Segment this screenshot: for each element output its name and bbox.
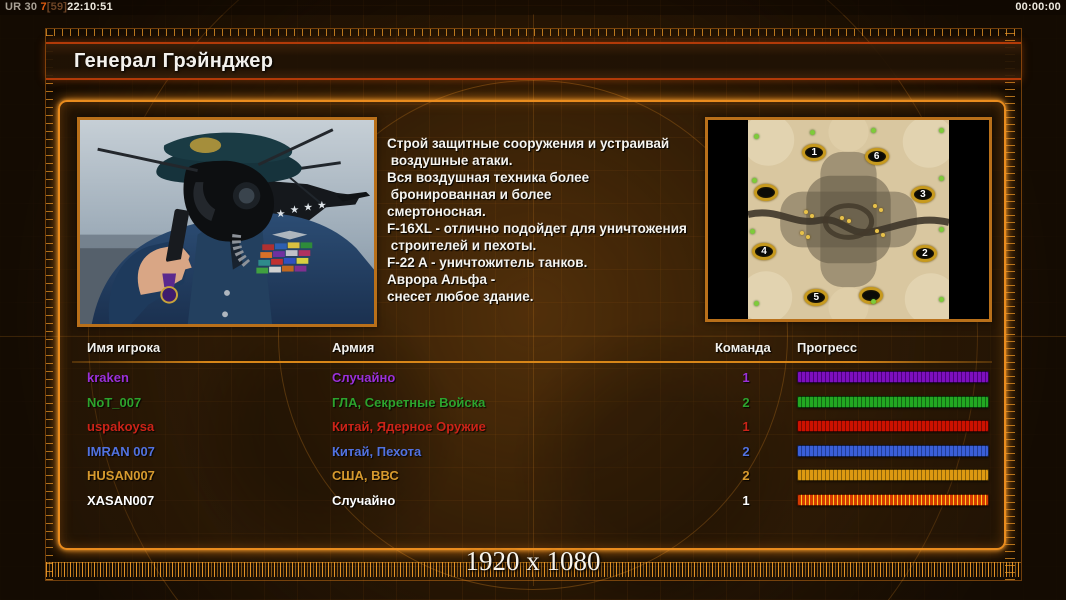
player-team: 1 <box>742 370 750 385</box>
resolution-label: 1920 x 1080 <box>465 546 601 576</box>
general-portrait: ★ ★ ★ ★ <box>77 117 377 327</box>
player-table: kraken Случайно 1 NoT_007 ГЛА, Секретные… <box>60 366 1004 514</box>
title-bar: Генерал Грэйнджер <box>46 42 1021 80</box>
briefing-line: Вся воздушная техника более <box>387 170 590 185</box>
debug-clock: 22:10:51 <box>67 1 113 13</box>
column-header-army: Армия <box>332 340 375 355</box>
debug-readout: UR 30 7[59]22:10:51 <box>5 1 113 13</box>
player-name: HUSAN007 <box>87 468 155 484</box>
player-name: XASAN007 <box>87 492 155 508</box>
player-army: Китай, Пехота <box>332 443 422 459</box>
purple-heart-medal-icon <box>160 273 178 304</box>
start-position-number: 4 <box>761 246 767 258</box>
minimap-gold-dot-icon <box>810 213 815 218</box>
player-team: 2 <box>742 394 750 410</box>
briefing-line: Аврора Альфа - <box>387 272 496 287</box>
start-position-marker: 1 <box>802 143 827 161</box>
briefing-line: воздушные атаки. <box>387 153 513 168</box>
table-row: HUSAN007 США, ВВС 2 <box>60 464 1004 489</box>
minimap-green-dot-icon <box>754 133 760 139</box>
start-position-number: 3 <box>920 188 926 200</box>
player-team: 2 <box>742 468 750 484</box>
minimap-green-dot-icon <box>870 127 876 133</box>
player-progress-bar <box>797 493 989 506</box>
status-bar: UR 30 7[59]22:10:51 00:00:00 <box>0 0 1066 15</box>
start-position-marker <box>754 183 779 201</box>
table-row: kraken Случайно 1 <box>60 366 1004 391</box>
player-progress-bar <box>797 444 989 457</box>
general-portrait-image: ★ ★ ★ ★ <box>80 120 374 324</box>
ruler-ticks-top <box>46 29 1021 36</box>
page-title: Генерал Грэйнджер <box>74 50 274 72</box>
player-name: NoT_007 <box>87 394 142 410</box>
start-position-marker: 6 <box>864 147 889 165</box>
minimap-green-dot-icon <box>752 177 758 183</box>
player-name: kraken <box>87 370 129 385</box>
loading-screen: { "statusbar": { "segment_ur": "UR 30 ",… <box>0 0 1066 600</box>
player-team: 2 <box>742 443 750 459</box>
player-team: 1 <box>742 492 750 508</box>
minimap-gold-dot-icon <box>872 203 877 208</box>
briefing-text: Строй защитные сооружения и устраивай во… <box>387 135 722 305</box>
briefing-line: снесет любое здание. <box>387 289 534 304</box>
player-name: IMRAN 007 <box>87 443 155 459</box>
table-row: IMRAN 007 Китай, Пехота 2 <box>60 440 1004 465</box>
start-position-number: 5 <box>813 292 820 304</box>
briefing-line: бронированная и более <box>387 187 552 202</box>
minimap-gold-dot-icon <box>878 207 883 212</box>
player-progress-bar <box>797 420 989 433</box>
svg-text:★: ★ <box>290 204 300 216</box>
player-name: uspakoysa <box>87 419 155 435</box>
debug-bracket: [59] <box>46 1 68 13</box>
minimap: 1 6 3 4 2 5 <box>705 117 992 322</box>
svg-text:★: ★ <box>317 199 327 211</box>
briefing-line: F-16XL - отлично подойдет для уничтожени… <box>387 221 687 236</box>
start-position-number: 6 <box>873 150 880 162</box>
player-team: 1 <box>742 419 750 435</box>
start-position-marker: 3 <box>910 185 935 203</box>
player-army: Случайно <box>332 492 396 508</box>
column-header-team: Команда <box>715 340 771 355</box>
briefing-line: Строй защитные сооружения и устраивай <box>387 136 670 151</box>
minimap-gold-dot-icon <box>804 209 809 214</box>
briefing-line: строителей и пехоты. <box>387 238 537 253</box>
player-progress-bar <box>797 371 989 383</box>
ruler-ticks-right <box>1005 29 1015 580</box>
player-progress-bar <box>797 395 989 408</box>
loading-panel: ★ ★ ★ ★ Строй защитные сооружения и устраив… <box>58 100 1006 550</box>
player-army: Случайно <box>332 370 396 385</box>
minimap-green-dot-icon <box>870 299 876 305</box>
table-row: uspakoysa Китай, Ядерное Оружие 1 <box>60 415 1004 440</box>
briefing-line: смертоносная. <box>387 204 486 219</box>
player-progress-bar <box>797 469 989 482</box>
minimap-green-dot-icon <box>938 127 944 133</box>
ruler-ticks-left <box>46 29 53 580</box>
game-timer: 00:00:00 <box>1015 1 1061 13</box>
briefing-line: F-22 A - уничтожитель танков. <box>387 255 588 270</box>
start-position-number: 1 <box>811 146 818 158</box>
minimap-green-dot-icon <box>938 175 944 181</box>
column-header-player-name: Имя игрока <box>87 340 161 355</box>
svg-text:★: ★ <box>276 208 286 220</box>
table-header-divider <box>72 361 992 363</box>
table-row: XASAN007 Случайно 1 <box>60 489 1004 514</box>
table-row: NoT_007 ГЛА, Секретные Войска 2 <box>60 391 1004 416</box>
player-army: США, ВВС <box>332 468 399 484</box>
start-position-number: 2 <box>922 248 928 260</box>
player-army: Китай, Ядерное Оружие <box>332 419 486 435</box>
svg-text:★: ★ <box>303 201 313 213</box>
minimap-terrain: 1 6 3 4 2 5 <box>748 120 949 319</box>
debug-ur: UR 30 <box>5 1 41 13</box>
column-header-progress: Прогресс <box>797 340 858 355</box>
player-army: ГЛА, Секретные Войска <box>332 394 486 410</box>
